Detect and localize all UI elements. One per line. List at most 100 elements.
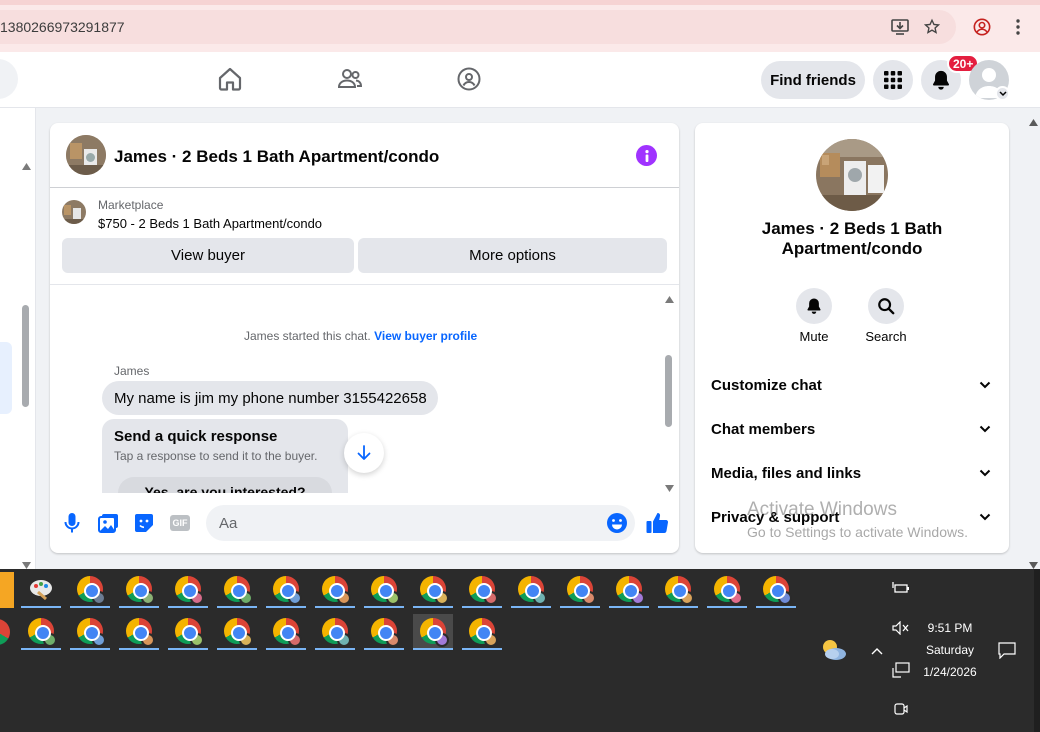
taskbar-paint-app[interactable] — [21, 572, 61, 608]
chevron-down-icon — [979, 469, 991, 477]
install-app-icon[interactable] — [889, 16, 911, 38]
volume-muted-icon[interactable] — [892, 620, 910, 640]
home-icon[interactable] — [210, 59, 250, 99]
sticker-icon[interactable] — [134, 513, 154, 538]
taskbar-chrome-window[interactable] — [609, 572, 649, 608]
chrome-icon — [126, 576, 155, 605]
taskbar-chrome-window[interactable] — [364, 614, 404, 650]
media-files-links-row[interactable]: Media, files and links — [695, 451, 1009, 495]
taskbar-chrome-window[interactable] — [70, 572, 110, 608]
view-buyer-button[interactable]: View buyer — [62, 238, 354, 273]
taskbar-chrome-window[interactable] — [658, 572, 698, 608]
taskbar-chrome-window[interactable] — [217, 572, 257, 608]
mute-button[interactable] — [796, 288, 832, 324]
info-panel-avatar[interactable] — [816, 139, 888, 211]
taskbar-chrome-window[interactable] — [413, 572, 453, 608]
mute-label[interactable]: Mute — [784, 329, 844, 344]
taskbar-chrome-window[interactable] — [119, 572, 159, 608]
battery-icon[interactable] — [892, 581, 910, 600]
friends-icon[interactable] — [330, 59, 370, 99]
messages-scroll-down-icon[interactable] — [665, 479, 674, 497]
taskbar-chrome-window[interactable] — [756, 572, 796, 608]
profile-badge-icon — [92, 633, 106, 647]
quick-response-option[interactable]: Yes, are you interested? — [118, 477, 332, 493]
chrome-icon — [77, 618, 106, 647]
page-scroll-up-icon[interactable] — [1029, 113, 1038, 131]
file-explorer-icon[interactable] — [0, 572, 14, 608]
clock-day[interactable]: Saturday — [920, 643, 980, 657]
bell-icon — [807, 298, 821, 314]
photo-icon[interactable] — [98, 513, 119, 538]
taskbar-chrome-window[interactable] — [266, 572, 306, 608]
taskbar-chrome-window[interactable] — [364, 572, 404, 608]
listing-thumbnail — [62, 200, 86, 224]
chrome-icon — [175, 576, 204, 605]
address-bar-url[interactable]: 1380266973291877 — [0, 19, 125, 35]
emoji-icon[interactable] — [606, 512, 628, 539]
taskbar-chrome-window[interactable] — [217, 614, 257, 650]
show-hidden-icons-chevron-up-icon[interactable] — [870, 643, 884, 661]
chevron-down-icon — [979, 425, 991, 433]
address-bar[interactable] — [0, 10, 956, 44]
taskbar-chrome-window[interactable] — [707, 572, 747, 608]
message-bubble[interactable]: My name is jim my phone number 315542265… — [102, 381, 438, 415]
taskbar-edge — [1034, 569, 1040, 732]
action-center-icon[interactable] — [998, 642, 1016, 664]
taskbar-chrome-window[interactable] — [70, 614, 110, 650]
message-input-placeholder[interactable]: Aa — [219, 515, 237, 532]
selected-conversation-stub[interactable] — [0, 342, 12, 414]
groups-icon[interactable] — [449, 59, 489, 99]
messages-scrollbar[interactable] — [665, 355, 672, 427]
quick-response-title: Send a quick response — [114, 428, 278, 445]
sidebar-scrollbar[interactable] — [22, 305, 29, 407]
taskbar-chrome-window[interactable] — [266, 614, 306, 650]
menu-grid-button[interactable] — [873, 60, 913, 100]
find-friends-button[interactable]: Find friends — [761, 61, 865, 99]
profile-icon[interactable] — [971, 16, 993, 38]
browser-menu-icon[interactable] — [1007, 16, 1029, 38]
search-in-chat-button[interactable] — [868, 288, 904, 324]
taskbar-chrome-window[interactable] — [315, 614, 355, 650]
taskbar-chrome-window[interactable] — [315, 572, 355, 608]
profile-badge-icon — [239, 633, 253, 647]
paint-icon — [30, 580, 52, 600]
listing-price-title[interactable]: $750 - 2 Beds 1 Bath Apartment/condo — [98, 216, 322, 231]
meet-now-icon[interactable] — [893, 701, 909, 722]
taskbar-chrome-window[interactable] — [119, 614, 159, 650]
weather-icon[interactable] — [820, 637, 848, 668]
chat-title[interactable]: James · 2 Beds 1 Bath Apartment/condo — [114, 147, 439, 167]
message-input[interactable] — [206, 505, 635, 541]
taskbar-chrome-window[interactable] — [462, 614, 502, 650]
view-buyer-profile-link[interactable]: View buyer profile — [374, 329, 477, 343]
search-label[interactable]: Search — [856, 329, 916, 344]
chrome-icon — [714, 576, 743, 605]
taskbar-chrome-window[interactable] — [511, 572, 551, 608]
taskbar-chrome-window[interactable] — [168, 572, 208, 608]
account-chevron-icon[interactable] — [995, 86, 1010, 101]
messages-scroll-up-icon[interactable] — [665, 290, 674, 308]
clock-time[interactable]: 9:51 PM — [920, 621, 980, 635]
like-icon[interactable] — [645, 511, 669, 540]
clock-date[interactable]: 1/24/2026 — [920, 665, 980, 679]
taskbar-chrome-window[interactable] — [560, 572, 600, 608]
taskbar-chrome-window[interactable] — [21, 614, 61, 650]
profile-badge-icon — [778, 591, 792, 605]
bookmark-star-icon[interactable] — [921, 16, 943, 38]
gif-icon[interactable]: GIF — [170, 515, 190, 531]
taskbar-chrome-window[interactable] — [168, 614, 208, 650]
taskbar-chrome-window[interactable] — [413, 614, 453, 650]
chrome-icon — [616, 576, 645, 605]
search-icon — [878, 298, 895, 315]
chrome-icon — [322, 576, 351, 605]
chat-members-label: Chat members — [711, 421, 816, 438]
chat-members-row[interactable]: Chat members — [695, 407, 1009, 451]
sidebar-scroll-up-icon[interactable] — [22, 157, 31, 175]
chrome-icon — [28, 618, 57, 647]
taskbar-chrome-window[interactable] — [462, 572, 502, 608]
network-icon[interactable] — [892, 662, 910, 683]
microphone-icon[interactable] — [63, 512, 81, 539]
info-icon[interactable] — [636, 145, 657, 166]
customize-chat-row[interactable]: Customize chat — [695, 363, 1009, 407]
more-options-button[interactable]: More options — [358, 238, 667, 273]
scroll-to-bottom-button[interactable] — [344, 433, 384, 473]
